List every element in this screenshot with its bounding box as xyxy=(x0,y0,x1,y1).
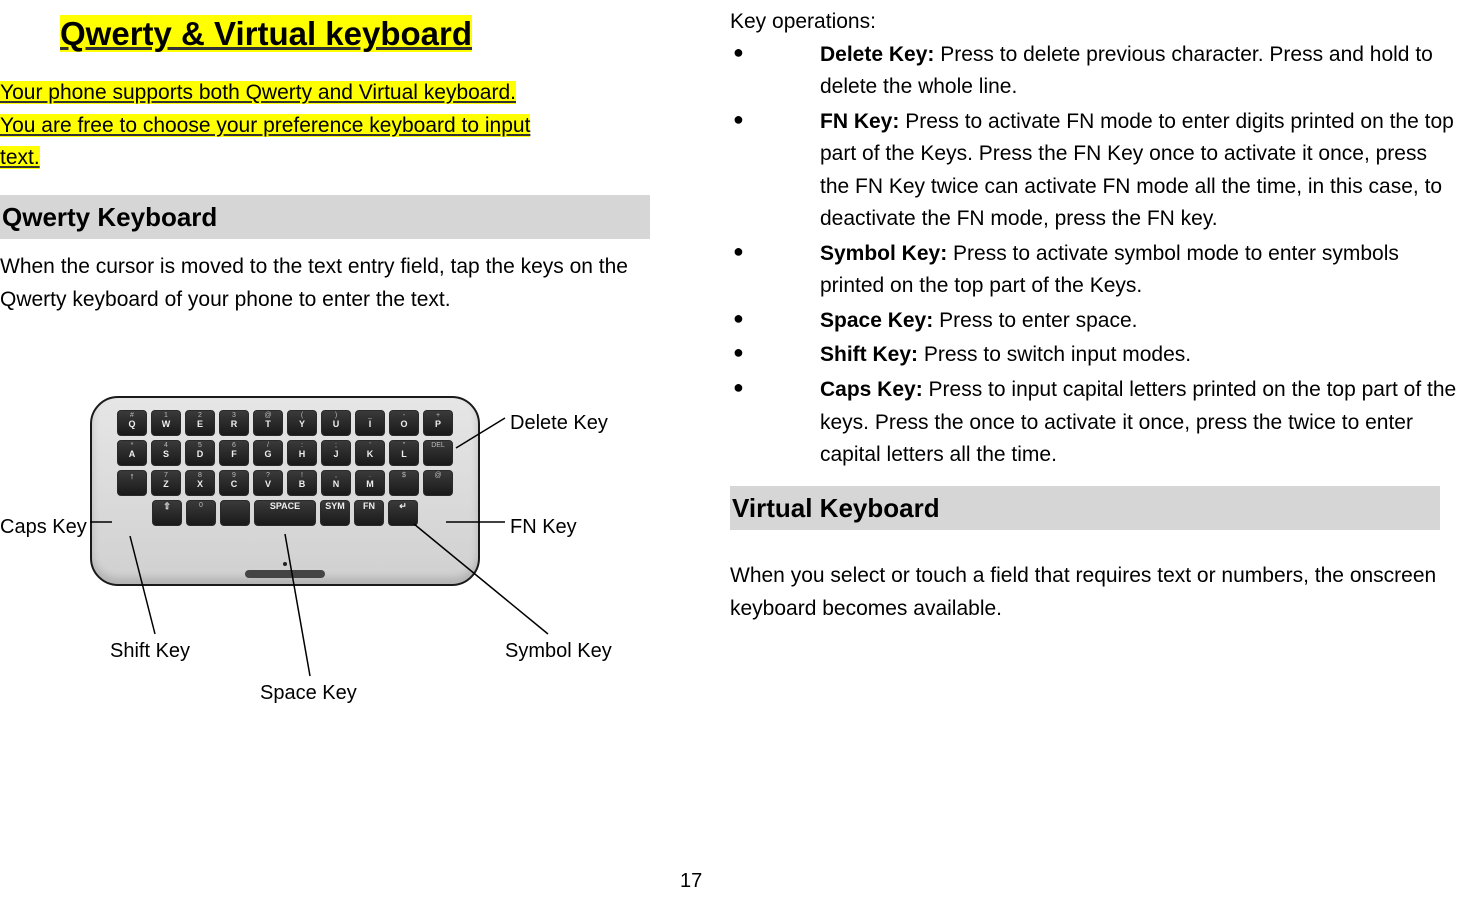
qwerty-paragraph: When the cursor is moved to the text ent… xyxy=(0,251,690,316)
list-item: Symbol Key: Press to activate symbol mod… xyxy=(730,238,1460,303)
keyboard-key: @T xyxy=(253,410,283,436)
keyboard-key: ↑ xyxy=(117,470,147,496)
keyboard-key: (Y xyxy=(287,410,317,436)
keyboard-figure: #Q1W2E3R@T(Y)U_I-O+P *A4S5D6F/G:H;J'K"LDE… xyxy=(0,366,680,746)
label-fn-key: FN Key xyxy=(510,512,577,543)
intro-text: Your phone supports both Qwerty and Virt… xyxy=(0,77,690,175)
keyboard-key: SYM xyxy=(320,500,350,526)
keyboard-key: +P xyxy=(423,410,453,436)
keyboard-key: 2E xyxy=(185,410,215,436)
list-item: Caps Key: Press to input capital letters… xyxy=(730,374,1460,472)
keyboard-key: 5D xyxy=(185,440,215,466)
section-heading-qwerty: Qwerty Keyboard xyxy=(0,195,650,239)
keyboard-key: @ xyxy=(423,470,453,496)
keyboard-key: #Q xyxy=(117,410,147,436)
keyboard-key: SPACE xyxy=(254,500,316,526)
keyboard-key: ?V xyxy=(253,470,283,496)
section-heading-virtual: Virtual Keyboard xyxy=(730,486,1440,530)
keyboard-key: -O xyxy=(389,410,419,436)
keyboard-key: *A xyxy=(117,440,147,466)
keyboard-key: 0 xyxy=(186,500,216,526)
keyboard-key: ;J xyxy=(321,440,351,466)
keyboard-key: )U xyxy=(321,410,351,436)
keyboard-key: ,N xyxy=(321,470,351,496)
keyboard-key: 8X xyxy=(185,470,215,496)
keyboard-key: ↵ xyxy=(388,500,418,526)
list-item: Shift Key: Press to switch input modes. xyxy=(730,339,1460,372)
page-number: 17 xyxy=(680,866,702,897)
label-space-key: Space Key xyxy=(260,678,357,709)
keyboard-key xyxy=(220,500,250,526)
list-item: Delete Key: Press to delete previous cha… xyxy=(730,39,1460,104)
key-operations-heading: Key operations: xyxy=(730,6,1460,39)
keyboard-key: 7Z xyxy=(151,470,181,496)
keyboard-key: ⇧ xyxy=(152,500,182,526)
keyboard-key: 4S xyxy=(151,440,181,466)
keyboard-key: :H xyxy=(287,440,317,466)
keyboard-key: "L xyxy=(389,440,419,466)
keyboard-key: FN xyxy=(354,500,384,526)
list-item: FN Key: Press to activate FN mode to ent… xyxy=(730,106,1460,236)
keyboard-key: $ xyxy=(389,470,419,496)
keyboard-key: DEL xyxy=(423,440,453,466)
label-delete-key: Delete Key xyxy=(510,408,608,439)
keyboard-key: /G xyxy=(253,440,283,466)
label-shift-key: Shift Key xyxy=(110,636,190,667)
keyboard-key: 3R xyxy=(219,410,249,436)
keyboard-key: 9C xyxy=(219,470,249,496)
virtual-paragraph: When you select or touch a field that re… xyxy=(730,560,1460,625)
key-operations-list: Delete Key: Press to delete previous cha… xyxy=(730,39,1460,472)
keyboard-key: .M xyxy=(355,470,385,496)
keyboard-key: 'K xyxy=(355,440,385,466)
keyboard-key: _I xyxy=(355,410,385,436)
keyboard-key: !B xyxy=(287,470,317,496)
label-caps-key: Caps Key xyxy=(0,512,87,543)
list-item: Space Key: Press to enter space. xyxy=(730,305,1460,338)
keyboard-body: #Q1W2E3R@T(Y)U_I-O+P *A4S5D6F/G:H;J'K"LDE… xyxy=(90,396,480,586)
keyboard-key: 6F xyxy=(219,440,249,466)
keyboard-key: 1W xyxy=(151,410,181,436)
page-title: Qwerty & Virtual keyboard xyxy=(60,15,472,52)
label-symbol-key: Symbol Key xyxy=(505,636,612,667)
